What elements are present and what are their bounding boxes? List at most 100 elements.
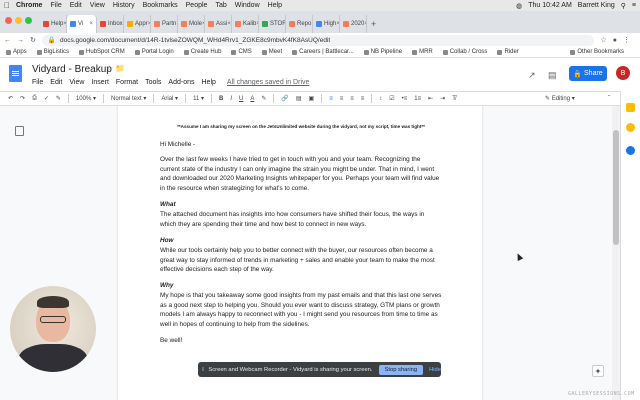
menu-edit[interactable]: Edit — [70, 2, 82, 9]
bookmark-star-icon[interactable]: ☆ — [600, 36, 606, 44]
undo-icon[interactable]: ↶ — [8, 95, 13, 102]
bold-button[interactable]: B — [219, 96, 223, 102]
increase-indent-icon[interactable]: ⇥ — [440, 95, 445, 102]
browser-tab[interactable]: Repo× — [286, 15, 313, 33]
docs-menu-insert[interactable]: Insert — [91, 79, 109, 86]
bookmark-item[interactable]: CMS — [231, 49, 252, 55]
tab-close-icon[interactable]: × — [364, 21, 366, 27]
underline-button[interactable]: U — [239, 96, 243, 102]
browser-tab[interactable]: STOR× — [259, 15, 286, 33]
align-justify-icon[interactable]: ≡ — [361, 96, 365, 102]
link-icon[interactable]: 🔗 — [281, 95, 288, 102]
browser-tab[interactable]: Help × — [40, 15, 67, 33]
menu-help[interactable]: Help — [268, 2, 282, 9]
font-select[interactable]: Arial ▾ — [161, 95, 178, 102]
collapse-icon[interactable]: ˆ — [608, 96, 610, 102]
bulleted-list-icon[interactable]: •≡ — [402, 96, 408, 102]
font-size-select[interactable]: 11 ▾ — [193, 95, 204, 102]
calendar-icon[interactable] — [626, 146, 635, 155]
share-button[interactable]: 🔒 Share — [569, 66, 607, 81]
document-title[interactable]: Vidyard - Breakup — [32, 64, 112, 75]
menu-bookmarks[interactable]: Bookmarks — [143, 2, 178, 9]
bookmark-item[interactable]: Apps — [6, 49, 27, 55]
outline-icon[interactable] — [15, 126, 24, 136]
bookmark-item[interactable]: Collab / Cross — [442, 49, 487, 55]
reload-icon[interactable]: ↻ — [30, 36, 36, 44]
back-icon[interactable]: ← — [4, 37, 11, 44]
bookmark-item[interactable]: HubSpot CRM — [79, 49, 125, 55]
print-icon[interactable]: ⎙ — [32, 95, 37, 102]
save-status[interactable]: All changes saved in Drive — [227, 79, 310, 86]
keep-icon[interactable] — [626, 103, 635, 112]
document-page[interactable]: **Assume I am sharing my screen on the J… — [118, 106, 482, 400]
docs-menu-edit[interactable]: Edit — [50, 79, 62, 86]
apple-icon[interactable]:  — [4, 1, 10, 10]
bookmark-item[interactable]: Careers | Battlecar... — [292, 49, 354, 55]
align-right-icon[interactable]: ≡ — [350, 96, 354, 102]
browser-tab[interactable]: Assi × — [205, 15, 232, 33]
docs-menu-tools[interactable]: Tools — [145, 79, 161, 86]
clock[interactable]: Thu 10:42 AM — [528, 2, 572, 10]
text-color-button[interactable]: A — [250, 96, 254, 102]
bookmark-item[interactable]: Portal Login — [134, 49, 174, 55]
tab-close-icon[interactable]: × — [227, 21, 231, 27]
zoom-window-icon[interactable] — [25, 17, 32, 24]
menu-people[interactable]: People — [186, 2, 208, 9]
browser-tab[interactable]: Appr × — [124, 15, 151, 33]
add-comment-icon[interactable]: ▤ — [296, 95, 302, 102]
paint-format-icon[interactable]: ✎ — [56, 95, 61, 102]
menu-file[interactable]: File — [50, 2, 61, 9]
browser-tab[interactable]: 2020× — [340, 15, 367, 33]
search-icon[interactable]: ⚲ — [621, 2, 626, 10]
style-select[interactable]: Normal text ▾ — [111, 95, 146, 102]
menu-chrome[interactable]: Chrome — [16, 2, 42, 9]
drag-handle-icon[interactable]: ‖ — [202, 367, 204, 373]
numbered-list-icon[interactable]: 1≡ — [414, 96, 421, 102]
url-field[interactable]: 🔒 docs.google.com/document/d/14R-1tvlseZ… — [41, 34, 595, 46]
editing-mode-select[interactable]: ✎ Editing ▾ — [545, 95, 575, 102]
bookmark-item[interactable]: Create Hub — [183, 49, 221, 55]
wifi-icon[interactable]: ◍ — [516, 2, 522, 10]
menu-view[interactable]: View — [90, 2, 105, 9]
docs-menu-format[interactable]: Format — [116, 79, 138, 86]
docs-menu-help[interactable]: Help — [202, 79, 216, 86]
scrollbar-thumb[interactable] — [613, 130, 619, 245]
forward-icon[interactable]: → — [17, 37, 24, 44]
explore-button[interactable]: ✦ — [592, 365, 604, 377]
menu-history[interactable]: History — [113, 2, 135, 9]
browser-tab[interactable]: Mole× — [178, 15, 205, 33]
image-icon[interactable]: ▣ — [309, 95, 315, 102]
redo-icon[interactable]: ↷ — [20, 95, 25, 102]
extension-icon[interactable]: ● — [613, 37, 617, 44]
bookmark-item[interactable]: NB Pipeline — [363, 49, 402, 55]
stop-sharing-button[interactable]: Stop sharing — [378, 364, 424, 375]
hide-button[interactable]: Hide — [429, 367, 441, 373]
browser-tab[interactable]: Kalib× — [232, 15, 259, 33]
user-name[interactable]: Barrett King — [578, 2, 615, 10]
italic-button[interactable]: I — [230, 96, 232, 102]
other-bookmarks[interactable]: Other Bookmarks — [570, 49, 624, 55]
checklist-icon[interactable]: ☑ — [389, 95, 394, 102]
menu-window[interactable]: Window — [235, 2, 260, 9]
google-docs-icon[interactable] — [9, 65, 22, 82]
align-center-icon[interactable]: ≡ — [340, 96, 344, 102]
comments-icon[interactable]: ▤ — [548, 70, 557, 81]
bookmark-item[interactable]: Rider — [497, 49, 519, 55]
browser-tab[interactable]: Inbox× — [97, 15, 124, 33]
new-tab-icon[interactable]: + — [371, 15, 376, 33]
menu-kebab-icon[interactable]: ⋮ — [623, 36, 630, 44]
spellcheck-icon[interactable]: ✓ — [44, 95, 49, 102]
tasks-icon[interactable] — [626, 123, 635, 132]
docs-menu-addons[interactable]: Add-ons — [168, 79, 194, 86]
browser-tab[interactable]: High × — [313, 15, 340, 33]
clear-format-icon[interactable]: T̸ — [452, 96, 456, 102]
bookmark-item[interactable]: MRR — [412, 49, 433, 55]
menu-tab[interactable]: Tab — [215, 2, 226, 9]
menu-list-icon[interactable]: ≡ — [632, 2, 636, 10]
browser-tab[interactable]: Partn× — [151, 15, 178, 33]
tab-close-icon[interactable]: × — [89, 21, 93, 27]
docs-menu-file[interactable]: File — [32, 79, 43, 86]
star-icon[interactable]: ☆ 📁 — [106, 64, 125, 73]
highlight-icon[interactable]: ✎ — [261, 95, 266, 102]
zoom-select[interactable]: 100% ▾ — [76, 95, 96, 102]
